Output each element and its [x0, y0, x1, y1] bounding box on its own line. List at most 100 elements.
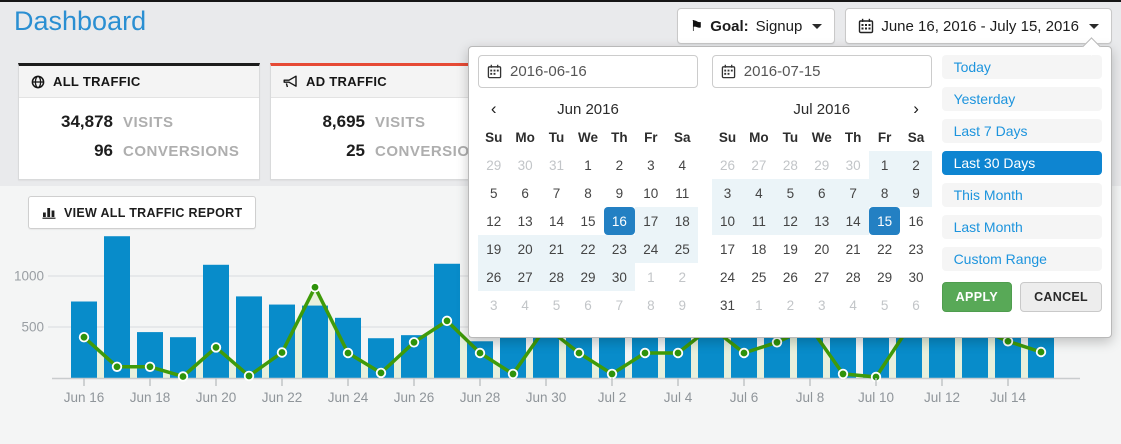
- start-date-input[interactable]: [478, 55, 698, 88]
- calendar-day[interactable]: 1: [869, 151, 900, 179]
- calendar-day[interactable]: 1: [635, 263, 666, 291]
- calendar-day[interactable]: 30: [604, 263, 635, 291]
- calendar-day[interactable]: 6: [572, 291, 603, 319]
- calendar-day[interactable]: 16: [900, 207, 931, 235]
- calendar-day[interactable]: 6: [900, 291, 931, 319]
- calendar-day[interactable]: 17: [635, 207, 666, 235]
- calendar-day[interactable]: 23: [604, 235, 635, 263]
- next-month-button[interactable]: ›: [900, 95, 931, 123]
- cancel-button[interactable]: CANCEL: [1020, 282, 1102, 312]
- calendar-day[interactable]: 26: [775, 263, 806, 291]
- calendar-day[interactable]: 9: [604, 179, 635, 207]
- end-date-input[interactable]: [712, 55, 932, 88]
- calendar-day[interactable]: 2: [667, 263, 698, 291]
- calendar-day[interactable]: 20: [509, 235, 540, 263]
- calendar-day[interactable]: 4: [509, 291, 540, 319]
- calendar-day[interactable]: 1: [743, 291, 774, 319]
- calendar-day[interactable]: 13: [806, 207, 837, 235]
- calendar-day[interactable]: 27: [806, 263, 837, 291]
- calendar-day[interactable]: 5: [541, 291, 572, 319]
- preset-this-month[interactable]: This Month: [942, 183, 1102, 207]
- calendar-day[interactable]: 5: [478, 179, 509, 207]
- calendar-day[interactable]: 26: [478, 263, 509, 291]
- calendar-day[interactable]: 3: [712, 179, 743, 207]
- calendar-day[interactable]: 8: [869, 179, 900, 207]
- calendar-day[interactable]: 3: [478, 291, 509, 319]
- calendar-day[interactable]: 10: [712, 207, 743, 235]
- calendar-day[interactable]: 30: [837, 151, 868, 179]
- calendar-day[interactable]: 2: [775, 291, 806, 319]
- calendar-day[interactable]: 1: [572, 151, 603, 179]
- calendar-day[interactable]: 19: [478, 235, 509, 263]
- calendar-day[interactable]: 21: [837, 235, 868, 263]
- calendar-day[interactable]: 25: [667, 235, 698, 263]
- calendar-day[interactable]: 8: [572, 179, 603, 207]
- preset-last-30-days[interactable]: Last 30 Days: [942, 151, 1102, 175]
- calendar-day[interactable]: 8: [635, 291, 666, 319]
- calendar-day[interactable]: 26: [712, 151, 743, 179]
- calendar-day[interactable]: 18: [667, 207, 698, 235]
- view-all-traffic-report-button[interactable]: VIEW ALL TRAFFIC REPORT: [28, 196, 256, 229]
- calendar-day[interactable]: 17: [712, 235, 743, 263]
- calendar-day[interactable]: 27: [509, 263, 540, 291]
- calendar-day[interactable]: 6: [509, 179, 540, 207]
- calendar-day[interactable]: 11: [667, 179, 698, 207]
- calendar-day[interactable]: 31: [541, 151, 572, 179]
- date-range-dropdown-button[interactable]: June 16, 2016 - July 15, 2016: [845, 8, 1112, 44]
- calendar-day[interactable]: 13: [509, 207, 540, 235]
- calendar-day[interactable]: 2: [604, 151, 635, 179]
- calendar-day[interactable]: 29: [869, 263, 900, 291]
- calendar-day[interactable]: 31: [712, 291, 743, 319]
- calendar-day[interactable]: 7: [541, 179, 572, 207]
- calendar-day[interactable]: 22: [869, 235, 900, 263]
- calendar-day[interactable]: 7: [604, 291, 635, 319]
- calendar-day[interactable]: 24: [635, 235, 666, 263]
- calendar-day[interactable]: 28: [541, 263, 572, 291]
- calendar-day[interactable]: 9: [667, 291, 698, 319]
- prev-month-button[interactable]: ‹: [478, 95, 509, 123]
- calendar-day[interactable]: 29: [478, 151, 509, 179]
- calendar-day[interactable]: 30: [900, 263, 931, 291]
- preset-custom-range[interactable]: Custom Range: [942, 247, 1102, 271]
- calendar-day[interactable]: 29: [572, 263, 603, 291]
- calendar-day[interactable]: 25: [743, 263, 774, 291]
- calendar-day[interactable]: 15: [869, 207, 900, 235]
- calendar-day[interactable]: 20: [806, 235, 837, 263]
- calendar-day[interactable]: 15: [572, 207, 603, 235]
- calendar-day[interactable]: 4: [667, 151, 698, 179]
- calendar-day[interactable]: 27: [743, 151, 774, 179]
- calendar-day[interactable]: 10: [635, 179, 666, 207]
- calendar-day[interactable]: 5: [869, 291, 900, 319]
- calendar-day[interactable]: 3: [635, 151, 666, 179]
- preset-last-month[interactable]: Last Month: [942, 215, 1102, 239]
- apply-button[interactable]: APPLY: [942, 282, 1013, 312]
- calendar-day[interactable]: 22: [572, 235, 603, 263]
- calendar-day[interactable]: 30: [509, 151, 540, 179]
- calendar-day[interactable]: 12: [478, 207, 509, 235]
- calendar-day[interactable]: 16: [604, 207, 635, 235]
- calendar-day[interactable]: 5: [775, 179, 806, 207]
- preset-last-7-days[interactable]: Last 7 Days: [942, 119, 1102, 143]
- calendar-day[interactable]: 6: [806, 179, 837, 207]
- goal-dropdown-button[interactable]: ⚑ Goal: Signup: [677, 8, 836, 44]
- calendar-day[interactable]: 4: [743, 179, 774, 207]
- calendar-day[interactable]: 19: [775, 235, 806, 263]
- calendar-day[interactable]: 21: [541, 235, 572, 263]
- calendar-day[interactable]: 4: [837, 291, 868, 319]
- calendar-day[interactable]: 9: [900, 179, 931, 207]
- calendar-day[interactable]: 3: [806, 291, 837, 319]
- calendar-day[interactable]: 14: [837, 207, 868, 235]
- calendar-day[interactable]: 23: [900, 235, 931, 263]
- calendar-day[interactable]: 28: [837, 263, 868, 291]
- calendar-day[interactable]: 12: [775, 207, 806, 235]
- calendar-day[interactable]: 18: [743, 235, 774, 263]
- calendar-day[interactable]: 11: [743, 207, 774, 235]
- calendar-day[interactable]: 24: [712, 263, 743, 291]
- calendar-day[interactable]: 29: [806, 151, 837, 179]
- preset-today[interactable]: Today: [942, 55, 1102, 79]
- calendar-day[interactable]: 2: [900, 151, 931, 179]
- calendar-day[interactable]: 14: [541, 207, 572, 235]
- preset-yesterday[interactable]: Yesterday: [942, 87, 1102, 111]
- calendar-day[interactable]: 28: [775, 151, 806, 179]
- calendar-day[interactable]: 7: [837, 179, 868, 207]
